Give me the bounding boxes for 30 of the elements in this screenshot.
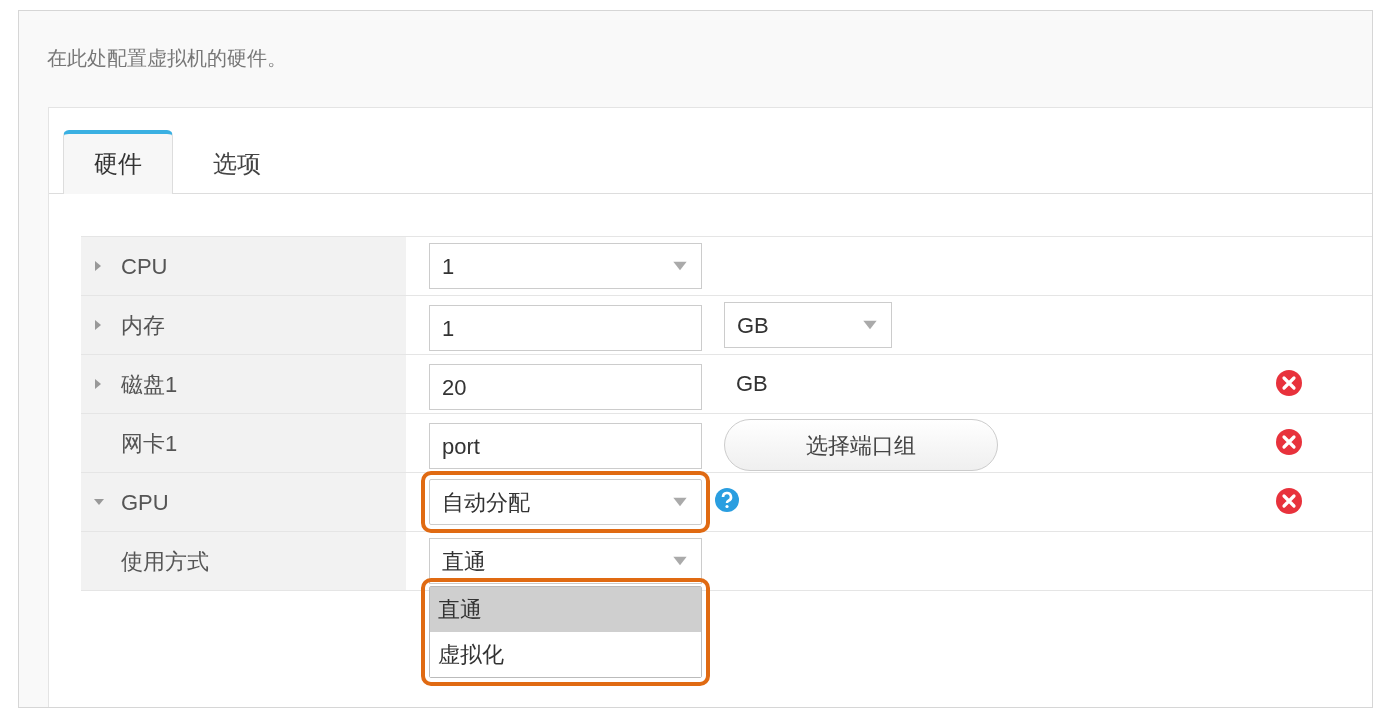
delete-icon[interactable] — [1275, 428, 1303, 456]
caret-icon — [671, 497, 689, 507]
select-value: 1 — [442, 252, 455, 281]
row-label-cell: CPU — [81, 237, 406, 295]
unit-text: GB — [736, 370, 768, 398]
caret-icon — [861, 320, 879, 330]
dropdown-select[interactable]: 直通 — [429, 538, 702, 584]
input-field[interactable]: port — [429, 423, 702, 469]
input-field[interactable]: 1 — [429, 305, 702, 351]
description-text: 在此处配置虚拟机的硬件。 — [47, 47, 287, 69]
select-value: 直通 — [442, 547, 486, 576]
delete-icon[interactable] — [1275, 487, 1303, 515]
select-port-group-button[interactable]: 选择端口组 — [724, 419, 998, 471]
row-label-cell: 磁盘1 — [81, 355, 406, 413]
row-label-cell: GPU — [81, 473, 406, 531]
dropdown-select[interactable]: 1 — [429, 243, 702, 289]
dropdown-select[interactable]: GB — [724, 302, 892, 348]
input-field[interactable]: 20 — [429, 364, 702, 410]
caret-icon — [671, 556, 689, 566]
select-value: 自动分配 — [442, 488, 530, 517]
row-label-cell: 网卡1 — [81, 414, 406, 472]
caret-icon — [671, 261, 689, 271]
delete-icon[interactable] — [1275, 369, 1303, 397]
dropdown-option[interactable]: 直通 — [430, 587, 701, 632]
select-value: GB — [737, 311, 769, 340]
help-icon[interactable] — [714, 487, 740, 513]
tab[interactable]: 选项 — [173, 130, 301, 194]
row-label-cell: 内存 — [81, 296, 406, 354]
row-label-cell: 使用方式 — [81, 532, 406, 590]
tab[interactable]: 硬件 — [63, 130, 173, 194]
